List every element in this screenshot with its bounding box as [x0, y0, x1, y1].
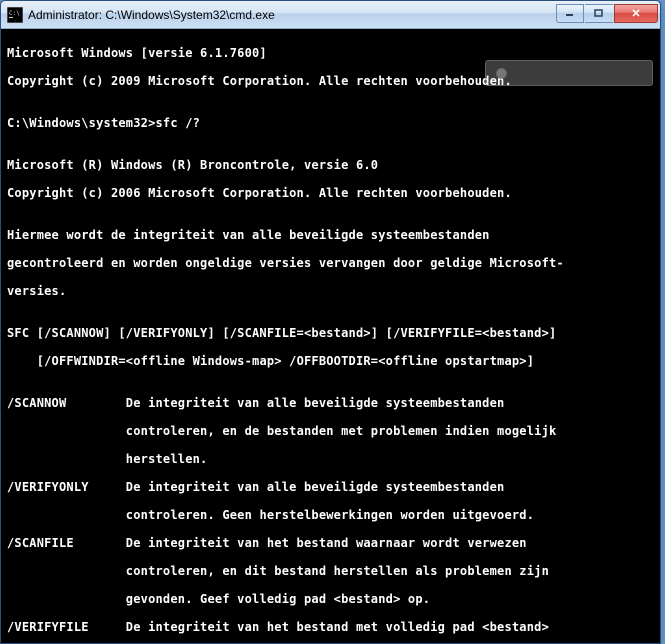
terminal-line: /SCANFILE De integriteit van het bestand… — [7, 536, 654, 550]
terminal-line: herstellen. — [7, 452, 654, 466]
maximize-icon — [594, 9, 604, 17]
terminal-line: /SCANNOW De integriteit van alle beveili… — [7, 396, 654, 410]
terminal-line: C:\Windows\system32>sfc /? — [7, 116, 654, 130]
cmd-icon: C:\ — [7, 7, 23, 23]
terminal-line: versies. — [7, 284, 654, 298]
svg-text:C:\: C:\ — [9, 10, 20, 17]
window-title: Administrator: C:\Windows\System32\cmd.e… — [28, 8, 556, 22]
terminal-line: controleren. Geen herstelbewerkingen wor… — [7, 508, 654, 522]
terminal-line: /VERIFYONLY De integriteit van alle beve… — [7, 480, 654, 494]
terminal-line: controleren, en dit bestand herstellen a… — [7, 564, 654, 578]
terminal-line: Microsoft Windows [versie 6.1.7600] — [7, 46, 654, 60]
terminal-line: Copyright (c) 2009 Microsoft Corporation… — [7, 74, 654, 88]
terminal-line: gevonden. Geef volledig pad <bestand> op… — [7, 592, 654, 606]
minimize-icon — [565, 9, 575, 17]
terminal-line: Copyright (c) 2006 Microsoft Corporation… — [7, 186, 654, 200]
terminal-line: /VERIFYFILE De integriteit van het besta… — [7, 620, 654, 634]
terminal-line: [/OFFWINDIR=<offline Windows-map> /OFFBO… — [7, 354, 654, 368]
terminal-output[interactable]: Microsoft Windows [versie 6.1.7600] Copy… — [1, 29, 660, 643]
terminal-line: SFC [/SCANNOW] [/VERIFYONLY] [/SCANFILE=… — [7, 326, 654, 340]
window-controls — [556, 4, 658, 23]
maximize-button[interactable] — [585, 4, 613, 23]
terminal-line: gecontroleerd en worden ongeldige versie… — [7, 256, 654, 270]
terminal-line: controleren, en de bestanden met problem… — [7, 424, 654, 438]
terminal-line: Hiermee wordt de integriteit van alle be… — [7, 228, 654, 242]
close-icon — [631, 9, 641, 17]
titlebar[interactable]: C:\ Administrator: C:\Windows\System32\c… — [1, 1, 660, 29]
cmd-window: C:\ Administrator: C:\Windows\System32\c… — [0, 0, 661, 644]
terminal-line: Microsoft (R) Windows (R) Broncontrole, … — [7, 158, 654, 172]
minimize-button[interactable] — [556, 4, 584, 23]
close-button[interactable] — [614, 4, 658, 23]
